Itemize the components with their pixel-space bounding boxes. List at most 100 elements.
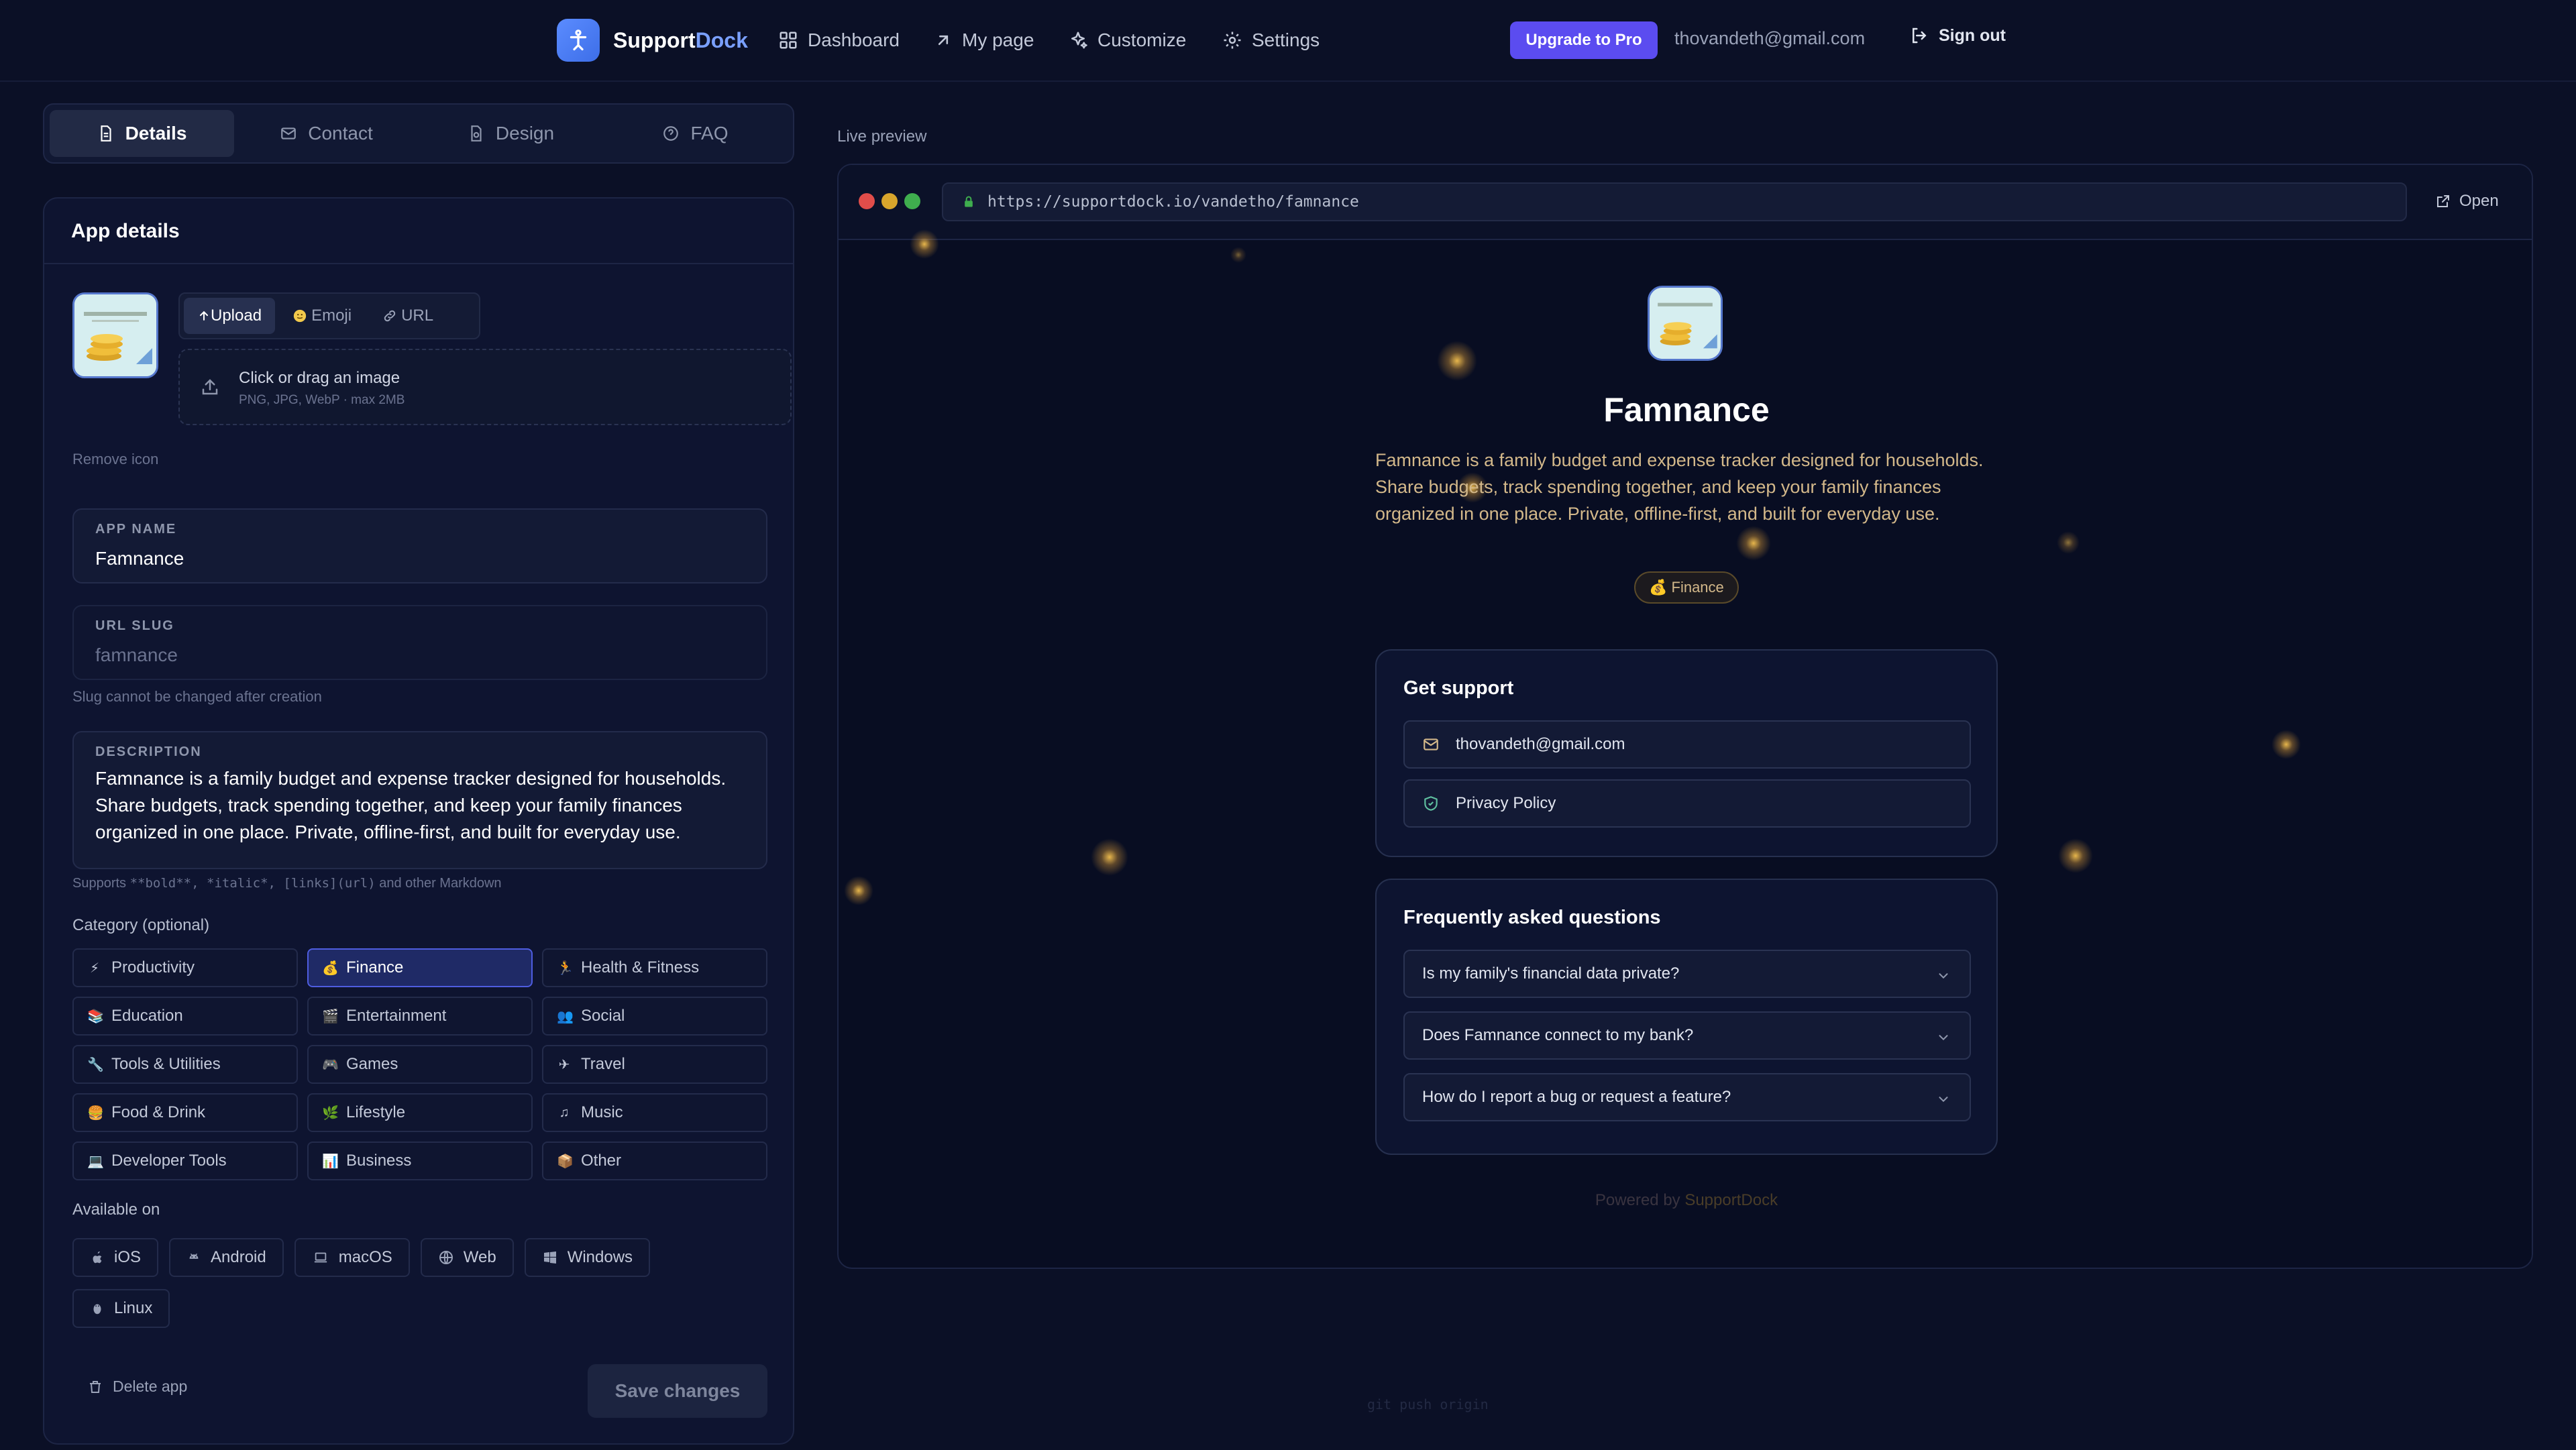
background-code-hint: git push origin (1367, 1396, 1489, 1412)
sparkles-icon (1071, 32, 1087, 49)
privacy-policy-label: Privacy Policy (1456, 794, 1556, 812)
category-finance[interactable]: 💰 Finance (307, 948, 533, 987)
category-health-fitness[interactable]: 🏃 Health & Fitness (542, 948, 767, 987)
category-education[interactable]: 📚 Education (72, 997, 298, 1036)
address-url: https://supportdock.io/vandetho/famnance (987, 193, 1359, 211)
remove-icon-link[interactable]: Remove icon (72, 451, 158, 468)
faq-question: Is my family's financial data private? (1422, 964, 1680, 983)
mail-icon (281, 127, 297, 140)
delete-app-button[interactable]: Delete app (87, 1378, 187, 1396)
upload-icon (202, 379, 218, 395)
platform-windows-label: Windows (567, 1248, 633, 1266)
app-name-field[interactable]: APP NAME Famnance (72, 508, 767, 583)
glow-particle (2271, 730, 2301, 759)
faq-item[interactable]: Does Famnance connect to my bank? (1403, 1011, 1971, 1060)
category-developer-tools[interactable]: 💻 Developer Tools (72, 1141, 298, 1180)
tab-faq-label: FAQ (690, 123, 729, 144)
faq-item[interactable]: Is my family's financial data private? (1403, 950, 1971, 998)
brand[interactable]: SupportDock (557, 19, 748, 62)
platform-ios[interactable]: iOS (72, 1238, 159, 1277)
emoji-tab-label: Emoji (311, 306, 352, 325)
app-details-panel: App details Upload Emoji URL Click or dr… (43, 197, 794, 1445)
icon-source-selector: Upload Emoji URL (178, 292, 480, 339)
faq-item[interactable]: How do I report a bug or request a featu… (1403, 1073, 1971, 1121)
description-field[interactable]: DESCRIPTION Famnance is a family budget … (72, 731, 767, 869)
nav-my-page-label: My page (962, 30, 1034, 50)
category-travel[interactable]: ✈ Travel (542, 1045, 767, 1084)
platform-web-label: Web (463, 1248, 496, 1266)
brand-name: SupportDock (613, 27, 748, 52)
category-food-drink[interactable]: 🍔 Food & Drink (72, 1093, 298, 1132)
faq-question: Does Famnance connect to my bank? (1422, 1026, 1694, 1044)
category-label: Category (optional) (72, 916, 210, 934)
tab-details[interactable]: Details (50, 110, 234, 157)
category-lifestyle[interactable]: 🌿 Lifestyle (307, 1093, 533, 1132)
faq-card: Frequently asked questions Is my family'… (1375, 879, 1998, 1155)
famnance-logo-icon (1650, 288, 1721, 359)
window-close-dot (859, 193, 875, 209)
glow-particle (910, 229, 939, 259)
app-icon-preview[interactable] (72, 292, 158, 378)
platform-ios-label: iOS (114, 1248, 142, 1266)
nav-settings-label: Settings (1252, 30, 1320, 50)
description-value: Famnance is a family budget and expense … (95, 768, 727, 842)
open-label: Open (2459, 192, 2499, 210)
nav-dashboard[interactable]: Dashboard (778, 25, 900, 55)
arrow-up-right-icon (938, 35, 949, 46)
faq-card-title: Frequently asked questions (1403, 907, 1661, 928)
category-social[interactable]: 👥 Social (542, 997, 767, 1036)
upload-tab[interactable]: Upload (184, 298, 276, 334)
category-tools-utilities[interactable]: 🔧 Tools & Utilities (72, 1045, 298, 1084)
platform-windows[interactable]: Windows (524, 1238, 651, 1277)
category-entertainment[interactable]: 🎬 Entertainment (307, 997, 533, 1036)
windows-icon (543, 1251, 556, 1264)
preview-app-title: Famnance (1603, 391, 1770, 429)
glow-particle (2057, 531, 2080, 554)
platform-linux[interactable]: Linux (72, 1289, 170, 1328)
emoji-tab[interactable]: Emoji (279, 298, 365, 334)
platform-android[interactable]: Android (169, 1238, 284, 1277)
address-bar[interactable]: https://supportdock.io/vandetho/famnance (942, 182, 2407, 221)
category-other[interactable]: 📦 Other (542, 1141, 767, 1180)
category-productivity[interactable]: ⚡ Productivity (72, 948, 298, 987)
chevron-down-icon (1939, 1097, 1948, 1103)
link-icon (384, 310, 396, 322)
upgrade-to-pro-button[interactable]: Upgrade to Pro (1510, 21, 1658, 59)
dropzone-subtitle: PNG, JPG, WebP · max 2MB (239, 393, 405, 407)
open-preview-link[interactable]: Open (2435, 192, 2499, 211)
category-music[interactable]: ♫ Music (542, 1093, 767, 1132)
privacy-policy-row[interactable]: Privacy Policy (1403, 779, 1971, 828)
powered-by-footer: Powered by SupportDock (1595, 1191, 1778, 1209)
shield-check-icon (1424, 796, 1438, 811)
nav-settings[interactable]: Settings (1222, 25, 1320, 55)
platform-web[interactable]: Web (420, 1238, 514, 1277)
url-tab[interactable]: URL (369, 298, 447, 334)
platform-macos[interactable]: macOS (294, 1238, 410, 1277)
document-icon (100, 125, 111, 142)
category-grid: ⚡ Productivity 💰 Finance 🏃 Health & Fitness… (72, 948, 767, 1180)
image-dropzone[interactable]: Click or drag an image PNG, JPG, WebP · … (178, 349, 792, 425)
upload-tab-label: Upload (211, 306, 262, 325)
globe-icon (439, 1251, 453, 1264)
tab-faq[interactable]: FAQ (603, 110, 788, 157)
support-email-row[interactable]: thovandeth@gmail.com (1403, 720, 1971, 769)
brand-logo-icon (557, 19, 600, 62)
nav-customize[interactable]: Customize (1068, 25, 1186, 55)
save-changes-button[interactable]: Save changes (588, 1364, 767, 1418)
category-business[interactable]: 📊 Business (307, 1141, 533, 1180)
editor-tabs: Details Contact Design FAQ (43, 103, 794, 164)
mail-icon (1424, 738, 1438, 750)
platforms-label: Available on (72, 1201, 160, 1219)
tab-details-label: Details (125, 123, 187, 144)
platform-linux-label: Linux (114, 1299, 153, 1317)
android-icon (189, 1253, 199, 1259)
url-tab-label: URL (401, 306, 434, 325)
nav-my-page[interactable]: My page (934, 25, 1034, 55)
delete-app-label: Delete app (113, 1378, 188, 1395)
sign-out-button[interactable]: Sign out (1909, 25, 2006, 46)
tab-contact[interactable]: Contact (234, 110, 419, 157)
glow-particle (1736, 526, 1771, 561)
window-maximize-dot (904, 193, 920, 209)
tab-design[interactable]: Design (419, 110, 603, 157)
category-games[interactable]: 🎮 Games (307, 1045, 533, 1084)
